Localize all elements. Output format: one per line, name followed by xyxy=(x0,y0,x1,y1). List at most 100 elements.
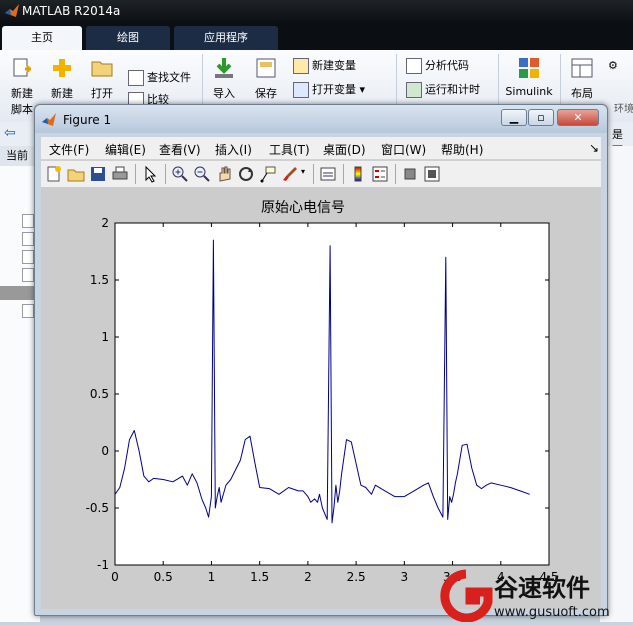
menu-edit[interactable]: 编辑(E) xyxy=(105,141,146,158)
figure-window: Figure 1 ▁ ▫ ✕ 文件(F) 编辑(E) 查看(V) 插入(I) 工… xyxy=(34,104,608,616)
y-tick-label: 1.5 xyxy=(90,273,109,287)
pan-hand-icon[interactable] xyxy=(215,165,233,183)
ecg-line-chart: 原始心电信号 0 0.5 1 1.5 2 2.5 3 3.5 4 4.5-1-0.500.511.… xyxy=(86,200,559,584)
new-label: 新建 xyxy=(51,87,73,100)
watermark-brand: 谷速软件 xyxy=(494,574,590,602)
minimize-button[interactable]: ▁ xyxy=(501,109,527,126)
close-button[interactable]: ✕ xyxy=(557,109,599,126)
new-script-label-1: 新建 xyxy=(11,87,33,100)
colorbar-icon[interactable] xyxy=(349,165,367,183)
import-button[interactable]: 导入 xyxy=(208,56,240,101)
file-list-item[interactable] xyxy=(22,268,34,282)
menu-tools[interactable]: 工具(T) xyxy=(269,141,310,158)
simulink-icon xyxy=(519,58,539,78)
new-variable-button[interactable]: 新建变量 xyxy=(293,58,356,74)
analyze-code-label: 分析代码 xyxy=(425,59,469,72)
menu-view[interactable]: 查看(V) xyxy=(159,141,201,158)
new-figure-icon[interactable] xyxy=(45,165,63,183)
figure-title: Figure 1 xyxy=(63,113,112,127)
watermark: 谷速软件 www.gusuoft.com xyxy=(438,566,633,623)
menu-insert[interactable]: 插入(I) xyxy=(215,141,252,158)
figure-toolbar: ▾ xyxy=(41,160,601,188)
y-tick-label: 1 xyxy=(101,330,109,344)
menu-window[interactable]: 窗口(W) xyxy=(381,141,426,158)
open-variable-icon xyxy=(293,82,309,98)
open-variable-label: 打开变量 xyxy=(312,83,356,96)
save-icon[interactable] xyxy=(89,165,107,183)
y-tick-label: -1 xyxy=(97,558,109,572)
chevron-down-icon[interactable]: ▾ xyxy=(360,83,366,96)
link-plot-icon[interactable] xyxy=(319,165,337,183)
tab-plots[interactable]: 绘图 xyxy=(86,26,170,50)
menu-desktop[interactable]: 桌面(D) xyxy=(323,141,366,158)
toolbar-separator xyxy=(135,164,136,184)
print-icon[interactable] xyxy=(111,165,129,183)
folder-icon xyxy=(91,61,113,77)
rotate-3d-icon[interactable] xyxy=(237,165,255,183)
back-arrow-icon[interactable]: ⇦ xyxy=(4,125,16,141)
app-title: MATLAB R2014a xyxy=(22,4,121,18)
run-and-time-button[interactable]: 运行和计时 xyxy=(406,82,480,98)
maximize-button[interactable]: ▫ xyxy=(528,109,554,126)
figure-menu-bar: 文件(F) 编辑(E) 查看(V) 插入(I) 工具(T) 桌面(D) 窗口(W… xyxy=(41,137,601,159)
save-workspace-button[interactable]: 保存 xyxy=(250,56,282,101)
matlab-title-bar: MATLAB R2014a xyxy=(0,0,633,22)
find-files-icon xyxy=(128,70,144,86)
file-list-item[interactable] xyxy=(22,304,34,318)
layout-icon xyxy=(571,58,593,78)
zoom-out-icon[interactable] xyxy=(193,165,211,183)
layout-button[interactable]: 布局 xyxy=(566,56,598,101)
data-cursor-icon[interactable] xyxy=(259,165,277,183)
chart-title: 原始心电信号 xyxy=(261,200,345,216)
run-and-time-icon xyxy=(406,82,422,98)
hide-plot-tools-icon[interactable] xyxy=(401,165,419,183)
dock-arrow-icon[interactable]: ↘ xyxy=(589,141,599,155)
x-tick-label: 3 xyxy=(401,570,409,584)
brush-icon[interactable] xyxy=(281,165,299,183)
zoom-in-icon[interactable] xyxy=(171,165,189,183)
show-plot-tools-icon[interactable] xyxy=(423,165,441,183)
file-list-item[interactable] xyxy=(22,250,34,264)
x-tick-label: 0 xyxy=(111,570,119,584)
pointer-icon[interactable] xyxy=(141,165,159,183)
new-button[interactable]: 新建 xyxy=(46,56,78,101)
menu-help[interactable]: 帮助(H) xyxy=(441,141,483,158)
environment-group-label: 环境 xyxy=(614,104,633,115)
analyze-code-button[interactable]: 分析代码 xyxy=(406,58,469,74)
y-tick-label: 2 xyxy=(101,216,109,230)
tab-home[interactable]: 主页 xyxy=(2,26,82,50)
toolbar-separator xyxy=(313,164,314,184)
save-label: 保存 xyxy=(255,87,277,100)
file-list-item[interactable] xyxy=(22,232,34,246)
toolbar-separator xyxy=(395,164,396,184)
matlab-logo-icon xyxy=(42,113,56,126)
x-tick-label: 0.5 xyxy=(154,570,173,584)
x-tick-label: 1.5 xyxy=(250,570,269,584)
import-arrow-icon xyxy=(215,58,233,78)
x-tick-label: 2 xyxy=(304,570,312,584)
figure-title-bar[interactable]: Figure 1 ▁ ▫ ✕ xyxy=(35,105,607,133)
open-variable-button[interactable]: 打开变量 ▾ xyxy=(293,82,365,98)
new-script-icon xyxy=(13,58,31,77)
x-tick-label: 2.5 xyxy=(347,570,366,584)
brush-dropdown-icon[interactable]: ▾ xyxy=(301,167,305,176)
preferences-gear-icon[interactable]: ⚙ xyxy=(608,58,618,74)
y-tick-label: -0.5 xyxy=(86,501,109,515)
find-files-button[interactable]: 查找文件 xyxy=(128,70,191,86)
file-list-item[interactable] xyxy=(22,214,34,228)
open-button[interactable]: 打开 xyxy=(86,56,118,101)
watermark-url: www.gusuoft.com xyxy=(494,605,610,620)
legend-icon[interactable] xyxy=(371,165,389,183)
menu-file[interactable]: 文件(F) xyxy=(49,141,89,158)
import-label: 导入 xyxy=(213,87,235,100)
analyze-code-icon xyxy=(406,58,422,74)
find-files-label: 查找文件 xyxy=(147,71,191,84)
tab-apps[interactable]: 应用程序 xyxy=(174,26,278,50)
simulink-button[interactable]: Simulink xyxy=(504,56,554,98)
open-file-icon[interactable] xyxy=(67,165,85,183)
figure-canvas: 原始心电信号 0 0.5 1 1.5 2 2.5 3 3.5 4 4.5 -1 -0.5 0 0.5 1 1.… xyxy=(41,187,601,609)
toolbar-separator xyxy=(165,164,166,184)
simulink-label: Simulink xyxy=(505,85,553,98)
y-tick-label: 0 xyxy=(101,444,109,458)
save-workspace-icon xyxy=(256,58,276,78)
